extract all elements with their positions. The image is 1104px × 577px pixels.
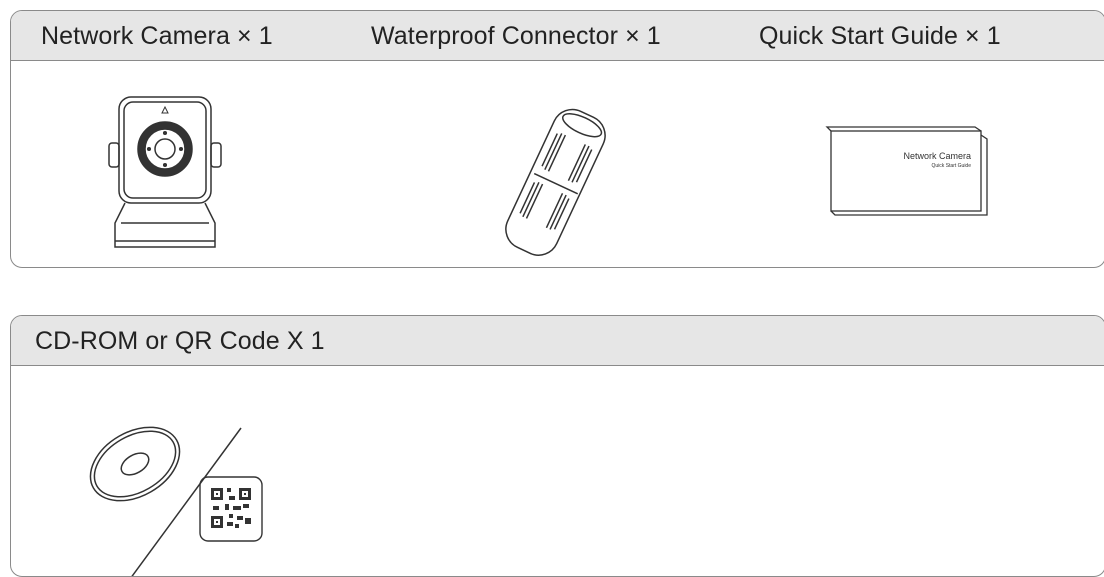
guide-cover-subtitle: Quick Start Guide	[932, 163, 972, 169]
cd-qr-panel: CD-ROM or QR Code X 1	[10, 315, 1104, 577]
waterproof-connector-label: Waterproof Connector × 1	[371, 22, 661, 50]
package-contents-header: Network Camera × 1 Waterproof Connector …	[11, 11, 1104, 61]
package-contents-panel: Network Camera × 1 Waterproof Connector …	[10, 10, 1104, 268]
network-camera-label: Network Camera × 1	[41, 22, 273, 50]
qr-code-icon	[199, 476, 263, 542]
network-camera-icon	[107, 91, 237, 251]
quick-start-guide-icon: Network Camera Quick Start Guide	[825, 123, 993, 219]
quick-start-guide-label: Quick Start Guide × 1	[759, 22, 1001, 50]
guide-cover-title: Network Camera	[903, 151, 971, 161]
cd-qr-label: CD-ROM or QR Code X 1	[35, 327, 325, 355]
cd-qr-header: CD-ROM or QR Code X 1	[11, 316, 1104, 366]
waterproof-connector-icon	[485, 101, 625, 261]
